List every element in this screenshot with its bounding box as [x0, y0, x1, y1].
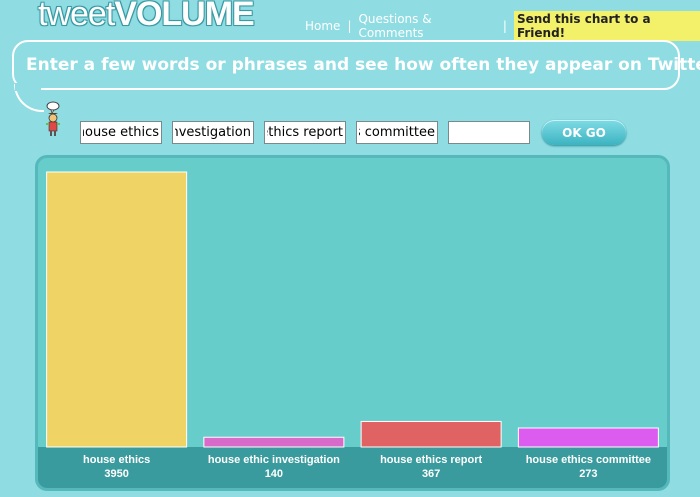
category-label: house ethics committee	[526, 454, 651, 466]
ok-go-button[interactable]: OK GO	[542, 120, 626, 145]
bar-3	[517, 427, 659, 448]
nav-questions-link[interactable]: Questions & Comments	[358, 12, 495, 40]
bird-mascot-icon	[46, 101, 60, 136]
nav-home-link[interactable]: Home	[305, 19, 340, 33]
phrase-input-5[interactable]	[448, 121, 530, 144]
value-label: 367	[422, 468, 440, 480]
phrase-input-4[interactable]	[356, 121, 438, 144]
value-label: 273	[579, 468, 597, 480]
tweetvolume-logo[interactable]: tweetVOLUME	[38, 0, 255, 34]
send-chart-link[interactable]: Send this chart to a Friend!	[513, 11, 700, 41]
top-nav: Home | Questions & Comments | Send this …	[305, 11, 700, 41]
value-label: 140	[265, 468, 283, 480]
bar-2	[360, 420, 502, 448]
chart-panel: house ethics 3950 house ethic investigatio…	[35, 155, 670, 491]
tagline: Enter a few words or phrases and see how…	[26, 55, 700, 75]
value-label: 3950	[104, 468, 128, 480]
phrase-input-1[interactable]	[80, 121, 162, 144]
bar-0	[46, 171, 188, 448]
category-label: house ethic investigation	[208, 454, 340, 466]
nav-separator: |	[347, 19, 352, 33]
category-label: house ethics	[83, 454, 150, 466]
bar-chart: house ethics 3950 house ethic investigatio…	[38, 171, 667, 488]
phrase-input-2[interactable]	[172, 121, 254, 144]
nav-separator: |	[502, 19, 507, 33]
bar-1	[203, 436, 345, 448]
phrase-input-3[interactable]	[264, 121, 346, 144]
category-label: house ethics report	[380, 454, 482, 466]
